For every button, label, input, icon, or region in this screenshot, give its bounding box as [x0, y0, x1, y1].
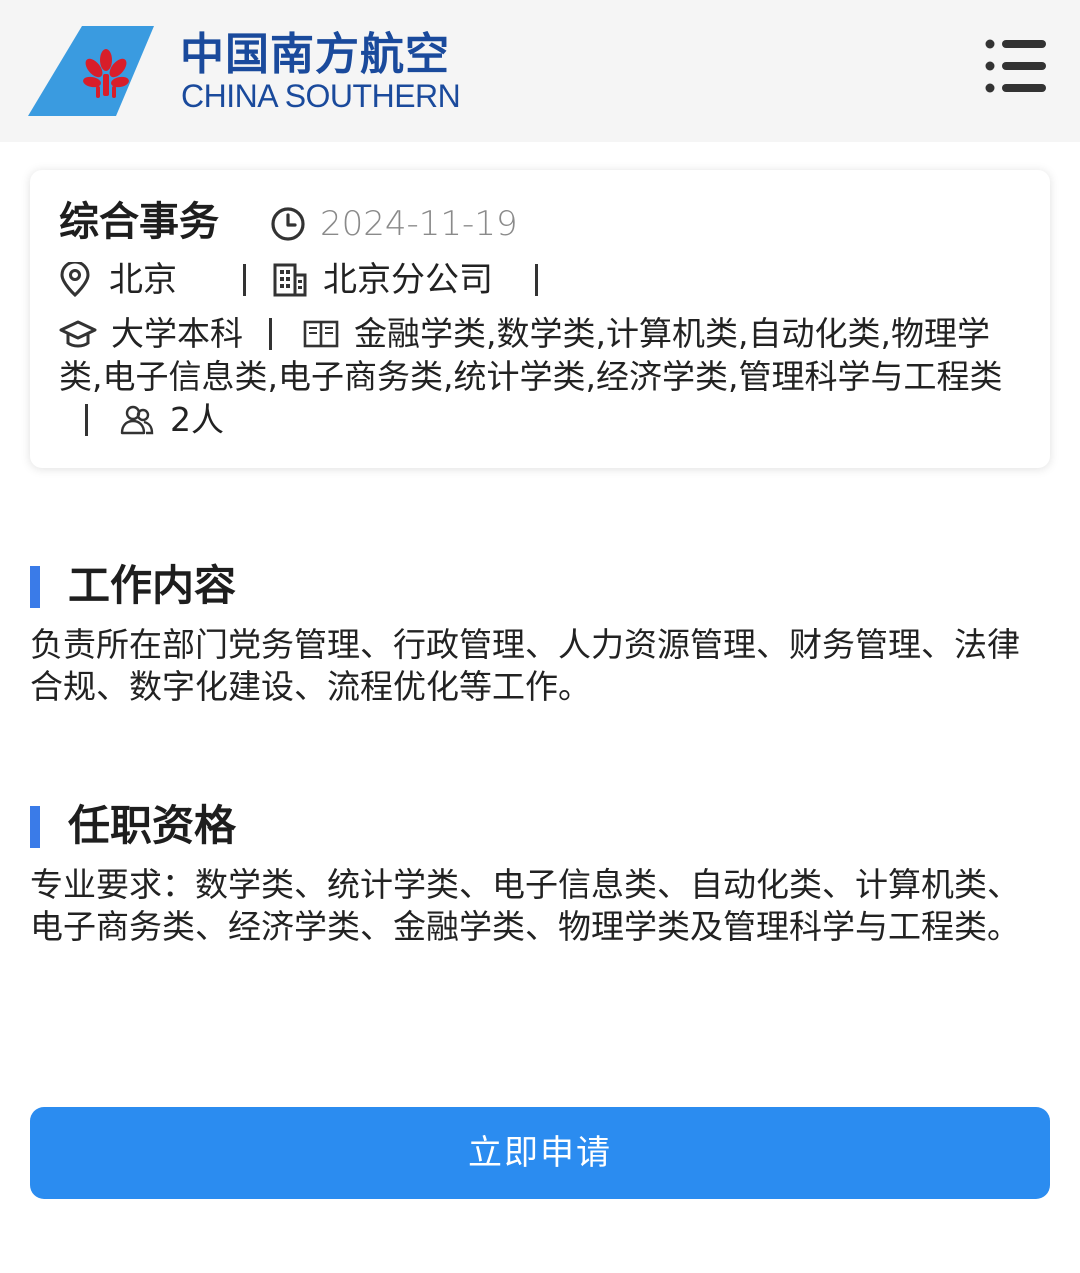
- china-southern-logo-icon: [28, 26, 154, 116]
- post-date: 2024-11-19: [320, 204, 518, 244]
- divider: [535, 264, 538, 296]
- education-majors-row: 大学本科 金融学类,数学类,计算机类,自动化类,物理学类,电子信息类,电子商务类…: [59, 312, 1025, 441]
- divider: [85, 404, 88, 436]
- headcount: 2人: [170, 400, 224, 439]
- job-summary-card: 综合事务 2024-11-19 北京 北京分公司 大学本科 金融学类,数学类,计…: [30, 170, 1050, 468]
- divider: [269, 318, 272, 350]
- brand-name-cn: 中国南方航空: [180, 29, 450, 80]
- section-title-requirements: 任职资格: [68, 801, 237, 850]
- job-company: 北京分公司: [323, 260, 493, 300]
- brand-name-en: CHINA SOUTHERN: [181, 78, 461, 114]
- people-icon: [120, 405, 154, 435]
- divider: [243, 264, 246, 296]
- clock-icon: [271, 207, 305, 241]
- education-level: 大学本科: [111, 314, 243, 353]
- graduation-cap-icon: [59, 320, 97, 348]
- section-body-requirements: 专业要求：数学类、统计学类、电子信息类、自动化类、计算机类、电子商务类、经济学类…: [30, 865, 1020, 946]
- section-body-duties: 负责所在部门党务管理、行政管理、人力资源管理、财务管理、法律合规、数字化建设、流…: [30, 625, 1020, 706]
- job-title: 综合事务: [59, 199, 219, 245]
- book-icon: [303, 320, 339, 348]
- hamburger-menu-icon[interactable]: [984, 36, 1050, 96]
- location-pin-icon: [60, 262, 90, 298]
- app-header: 中国南方航空 CHINA SOUTHERN: [0, 0, 1080, 142]
- section-accent-bar: [30, 806, 40, 848]
- section-title-duties: 工作内容: [68, 561, 237, 610]
- section-accent-bar: [30, 566, 40, 608]
- building-icon: [273, 263, 307, 297]
- location-company-row: 北京 北京分公司: [57, 258, 1037, 302]
- apply-now-button[interactable]: 立即申请: [30, 1107, 1050, 1199]
- job-location: 北京: [109, 260, 177, 300]
